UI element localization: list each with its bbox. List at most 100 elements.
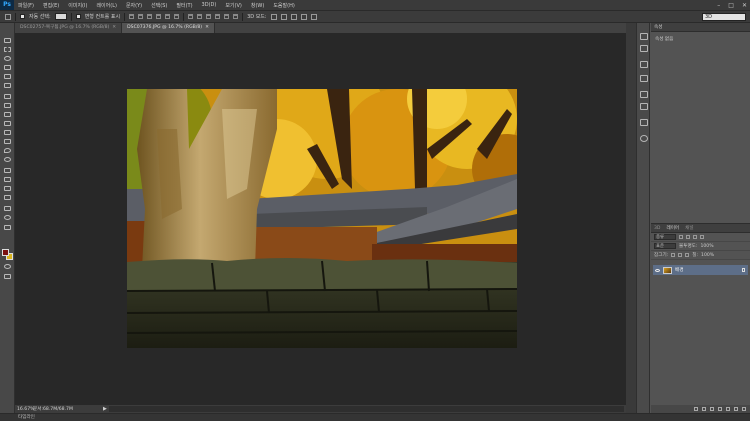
maximize-button[interactable]: □ (728, 2, 734, 9)
visibility-eye-icon[interactable] (655, 268, 660, 272)
foreground-color-swatch[interactable] (2, 249, 9, 256)
path-select-icon[interactable] (3, 185, 12, 192)
histogram-panel-icon[interactable] (640, 61, 648, 68)
gradient-icon[interactable] (3, 138, 12, 145)
history-panel-icon[interactable] (640, 33, 648, 40)
healing-brush-icon[interactable] (3, 93, 12, 100)
align-left-icon[interactable] (156, 14, 162, 19)
menu-layer[interactable]: 레이어(L) (96, 2, 117, 9)
move-tool-preset-icon[interactable] (5, 13, 11, 20)
fill-value[interactable]: 100% (701, 253, 714, 258)
auto-select-checkbox[interactable] (20, 14, 25, 19)
history-brush-icon[interactable] (3, 120, 12, 127)
distribute-bottom-icon[interactable] (206, 14, 212, 19)
menu-window[interactable]: 창(W) (251, 2, 264, 9)
type-icon[interactable] (3, 176, 12, 183)
document-image[interactable] (127, 89, 517, 348)
adjustments-panel-icon[interactable] (640, 135, 648, 142)
menu-select[interactable]: 선택(S) (151, 2, 167, 9)
adjustment-layer-icon[interactable] (718, 407, 722, 411)
blend-mode-select[interactable]: 표준 (654, 243, 676, 249)
layer-row[interactable]: 배경 (653, 265, 748, 275)
color-swatches[interactable] (2, 249, 13, 260)
add-mask-icon[interactable] (710, 407, 714, 411)
menu-file[interactable]: 파일(F) (18, 2, 34, 9)
edit-toolbar-icon[interactable] (3, 224, 12, 231)
menu-help[interactable]: 도움말(H) (273, 2, 294, 9)
paragraph-panel-icon[interactable] (640, 103, 648, 110)
distribute-hcenter-icon[interactable] (224, 14, 230, 19)
layer-kind-filter[interactable]: 종류 (654, 234, 676, 240)
shape-icon[interactable] (3, 194, 12, 201)
align-vcenter-icon[interactable] (138, 14, 144, 19)
quick-mask-icon[interactable] (3, 263, 12, 270)
lock-position-icon[interactable] (678, 253, 683, 257)
tab-layers[interactable]: 레이어 (666, 225, 679, 231)
brush-icon[interactable] (3, 102, 12, 109)
info-panel-icon[interactable] (640, 75, 648, 82)
character-panel-icon[interactable] (640, 91, 648, 98)
filter-pixel-icon[interactable] (679, 235, 683, 239)
tab-channels[interactable]: 채널 (685, 225, 693, 231)
align-top-icon[interactable] (129, 14, 135, 19)
menu-view[interactable]: 보기(V) (225, 2, 242, 9)
link-layers-icon[interactable] (694, 407, 698, 411)
3d-pan-icon[interactable] (290, 13, 297, 20)
distribute-vcenter-icon[interactable] (197, 14, 203, 19)
tools-presets-icon[interactable] (640, 119, 648, 126)
new-layer-icon[interactable] (734, 407, 738, 411)
distribute-left-icon[interactable] (215, 14, 221, 19)
crop-icon[interactable] (3, 73, 12, 80)
tab-properties[interactable]: 속성 (654, 24, 662, 30)
pen-icon[interactable] (3, 167, 12, 174)
align-bottom-icon[interactable] (147, 14, 153, 19)
actions-panel-icon[interactable] (640, 45, 648, 52)
tab-close-icon[interactable]: ✕ (205, 25, 209, 30)
3d-roll-icon[interactable] (280, 13, 287, 20)
menu-filter[interactable]: 필터(T) (176, 2, 192, 9)
filter-type-icon[interactable] (693, 235, 697, 239)
auto-select-dropdown[interactable] (54, 13, 67, 20)
workspace-select[interactable]: 3D (702, 13, 746, 21)
minimize-button[interactable]: – (717, 2, 720, 9)
close-button[interactable]: ✕ (742, 2, 747, 9)
delete-layer-icon[interactable] (742, 407, 746, 411)
filter-shape-icon[interactable] (700, 235, 704, 239)
canvas-area[interactable] (15, 33, 626, 405)
layer-style-icon[interactable] (702, 407, 706, 411)
eraser-icon[interactable] (3, 129, 12, 136)
3d-rotate-icon[interactable] (270, 13, 277, 20)
menu-3d[interactable]: 3D(D) (202, 2, 217, 9)
dodge-icon[interactable] (3, 156, 12, 163)
lasso-icon[interactable] (3, 55, 12, 62)
distribute-right-icon[interactable] (233, 14, 239, 19)
tab-close-icon[interactable]: ✕ (112, 25, 116, 30)
tab-3d[interactable]: 3D (654, 226, 660, 231)
3d-scale-icon[interactable] (310, 13, 317, 20)
menu-image[interactable]: 이미지(I) (68, 2, 87, 9)
distribute-top-icon[interactable] (188, 14, 194, 19)
clone-stamp-icon[interactable] (3, 111, 12, 118)
move-icon[interactable] (3, 37, 12, 44)
new-group-icon[interactable] (726, 407, 730, 411)
zoom-icon[interactable] (3, 214, 12, 221)
blur-icon[interactable] (3, 147, 12, 154)
3d-slide-icon[interactable] (300, 13, 307, 20)
timeline-panel-tab[interactable]: 타임라인 (0, 413, 750, 421)
opacity-value[interactable]: 100% (700, 244, 713, 249)
filter-adjust-icon[interactable] (686, 235, 690, 239)
transform-controls-checkbox[interactable] (75, 14, 81, 19)
marquee-icon[interactable] (3, 46, 12, 53)
quick-select-icon[interactable] (3, 64, 12, 71)
align-hcenter-icon[interactable] (165, 14, 171, 19)
lock-pixels-icon[interactable] (671, 253, 676, 257)
zoom-level-field[interactable]: 16.67% (15, 407, 35, 412)
menu-type[interactable]: 문자(Y) (126, 2, 142, 9)
tab-dsc02757[interactable]: DSC02757-복구됨.JPG @ 16.7% (RGB/8) ✕ (15, 23, 123, 33)
screen-mode-icon[interactable] (3, 273, 12, 280)
eyedropper-icon[interactable] (3, 82, 12, 89)
align-right-icon[interactable] (174, 14, 180, 19)
status-menu-arrow-icon[interactable]: ▶ (103, 406, 107, 412)
tab-dsc07376[interactable]: DSC07376.JPG @ 16.7% (RGB/8) ✕ (122, 23, 215, 33)
menu-edit[interactable]: 편집(E) (43, 2, 59, 9)
